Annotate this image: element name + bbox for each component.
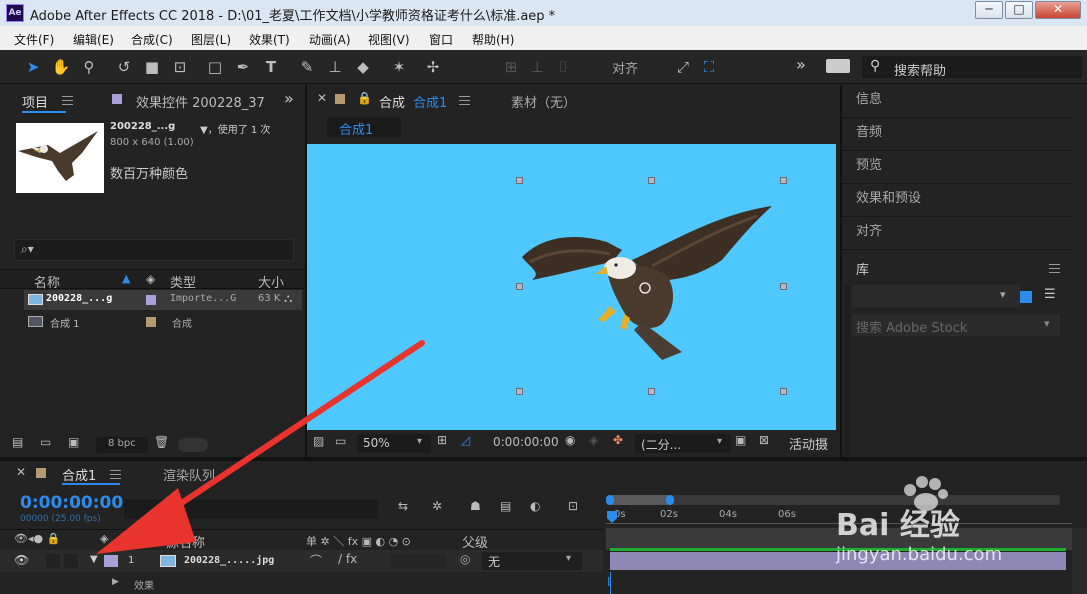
red-annotation-arrow — [96, 340, 425, 554]
